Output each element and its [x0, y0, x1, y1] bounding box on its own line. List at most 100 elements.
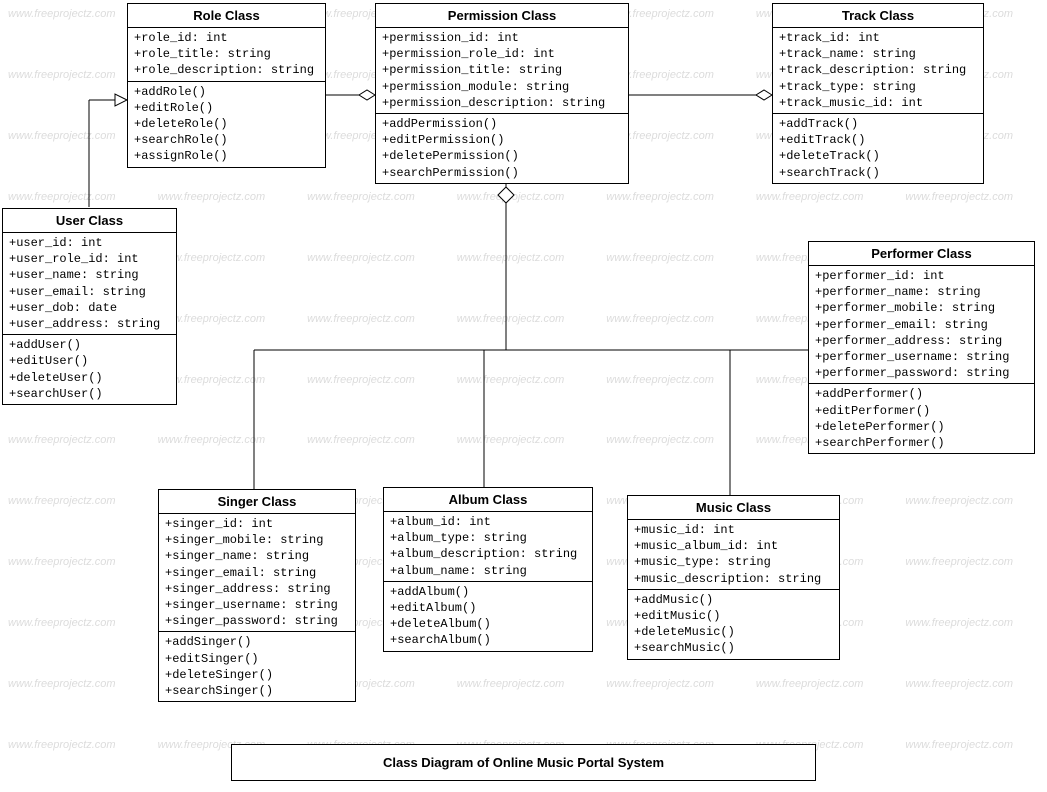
class-track-methods: +addTrack()+editTrack()+deleteTrack()+se… — [773, 114, 983, 183]
attr-row: +permission_title: string — [382, 62, 622, 78]
method-row: +editUser() — [9, 353, 170, 369]
class-user-attrs: +user_id: int+user_role_id: int+user_nam… — [3, 233, 176, 335]
class-permission-title: Permission Class — [376, 4, 628, 28]
watermark-text: www.freeprojectz.com — [8, 69, 116, 81]
class-performer-methods: +addPerformer()+editPerformer()+deletePe… — [809, 384, 1034, 453]
method-row: +deleteSinger() — [165, 667, 349, 683]
attr-row: +performer_address: string — [815, 333, 1028, 349]
class-album-title: Album Class — [384, 488, 592, 512]
method-row: +searchSinger() — [165, 683, 349, 699]
class-permission: Permission Class +permission_id: int+per… — [375, 3, 629, 184]
attr-row: +album_type: string — [390, 530, 586, 546]
method-row: +addPerformer() — [815, 386, 1028, 402]
attr-row: +performer_mobile: string — [815, 300, 1028, 316]
watermark-text: www.freeprojectz.com — [158, 434, 266, 446]
watermark-text: www.freeprojectz.com — [905, 191, 1013, 203]
method-row: +assignRole() — [134, 148, 319, 164]
method-row: +deleteAlbum() — [390, 616, 586, 632]
watermark-text: www.freeprojectz.com — [8, 130, 116, 142]
class-role-attrs: +role_id: int+role_title: string+role_de… — [128, 28, 325, 82]
attr-row: +singer_username: string — [165, 597, 349, 613]
class-track: Track Class +track_id: int+track_name: s… — [772, 3, 984, 184]
attr-row: +permission_module: string — [382, 79, 622, 95]
class-track-attrs: +track_id: int+track_name: string+track_… — [773, 28, 983, 114]
attr-row: +music_id: int — [634, 522, 833, 538]
class-role-title: Role Class — [128, 4, 325, 28]
attr-row: +performer_password: string — [815, 365, 1028, 381]
watermark-text: www.freeprojectz.com — [8, 556, 116, 568]
method-row: +addUser() — [9, 337, 170, 353]
attr-row: +singer_email: string — [165, 565, 349, 581]
watermark-text: www.freeprojectz.com — [8, 495, 116, 507]
watermark-text: www.freeprojectz.com — [905, 617, 1013, 629]
attr-row: +album_id: int — [390, 514, 586, 530]
watermark-text: www.freeprojectz.com — [8, 191, 116, 203]
watermark-text: www.freeprojectz.com — [457, 374, 565, 386]
attr-row: +performer_id: int — [815, 268, 1028, 284]
class-singer-methods: +addSinger()+editSinger()+deleteSinger()… — [159, 632, 355, 701]
class-album-methods: +addAlbum()+editAlbum()+deleteAlbum()+se… — [384, 582, 592, 651]
attr-row: +album_description: string — [390, 546, 586, 562]
attr-row: +singer_id: int — [165, 516, 349, 532]
attr-row: +user_address: string — [9, 316, 170, 332]
attr-row: +performer_username: string — [815, 349, 1028, 365]
method-row: +editTrack() — [779, 132, 977, 148]
class-user-methods: +addUser()+editUser()+deleteUser()+searc… — [3, 335, 176, 404]
method-row: +searchMusic() — [634, 640, 833, 656]
attr-row: +role_title: string — [134, 46, 319, 62]
attr-row: +album_name: string — [390, 563, 586, 579]
attr-row: +permission_description: string — [382, 95, 622, 111]
class-album: Album Class +album_id: int+album_type: s… — [383, 487, 593, 652]
method-row: +editSinger() — [165, 651, 349, 667]
method-row: +editMusic() — [634, 608, 833, 624]
attr-row: +user_dob: date — [9, 300, 170, 316]
attr-row: +permission_role_id: int — [382, 46, 622, 62]
class-user-title: User Class — [3, 209, 176, 233]
method-row: +searchPermission() — [382, 165, 622, 181]
attr-row: +role_id: int — [134, 30, 319, 46]
watermark-text: www.freeprojectz.com — [606, 434, 714, 446]
method-row: +deleteUser() — [9, 370, 170, 386]
watermark-text: www.freeprojectz.com — [457, 191, 565, 203]
method-row: +searchPerformer() — [815, 435, 1028, 451]
attr-row: +singer_mobile: string — [165, 532, 349, 548]
method-row: +searchTrack() — [779, 165, 977, 181]
method-row: +editPermission() — [382, 132, 622, 148]
class-role: Role Class +role_id: int+role_title: str… — [127, 3, 326, 168]
watermark-text: www.freeprojectz.com — [307, 434, 415, 446]
attr-row: +track_name: string — [779, 46, 977, 62]
method-row: +deletePermission() — [382, 148, 622, 164]
attr-row: +performer_name: string — [815, 284, 1028, 300]
method-row: +editPerformer() — [815, 403, 1028, 419]
class-singer-attrs: +singer_id: int+singer_mobile: string +si… — [159, 514, 355, 632]
watermark-text: www.freeprojectz.com — [606, 678, 714, 690]
watermark-text: www.freeprojectz.com — [756, 191, 864, 203]
watermark-text: www.freeprojectz.com — [606, 374, 714, 386]
attr-row: +user_email: string — [9, 284, 170, 300]
method-row: +addRole() — [134, 84, 319, 100]
class-permission-attrs: +permission_id: int+permission_role_id: … — [376, 28, 628, 114]
method-row: +addAlbum() — [390, 584, 586, 600]
watermark-text: www.freeprojectz.com — [905, 495, 1013, 507]
class-performer-attrs: +performer_id: int+performer_name: strin… — [809, 266, 1034, 384]
method-row: +addMusic() — [634, 592, 833, 608]
attr-row: +track_id: int — [779, 30, 977, 46]
watermark-text: www.freeprojectz.com — [307, 374, 415, 386]
attr-row: +singer_address: string — [165, 581, 349, 597]
class-track-title: Track Class — [773, 4, 983, 28]
class-music: Music Class +music_id: int+music_album_i… — [627, 495, 840, 660]
watermark-text: www.freeprojectz.com — [756, 678, 864, 690]
watermark-text: www.freeprojectz.com — [158, 191, 266, 203]
method-row: +addTrack() — [779, 116, 977, 132]
class-performer-title: Performer Class — [809, 242, 1034, 266]
attr-row: +music_description: string — [634, 571, 833, 587]
attr-row: +singer_password: string — [165, 613, 349, 629]
watermark-text: www.freeprojectz.com — [307, 252, 415, 264]
method-row: +deleteTrack() — [779, 148, 977, 164]
method-row: +deleteRole() — [134, 116, 319, 132]
class-singer: Singer Class +singer_id: int+singer_mobi… — [158, 489, 356, 702]
method-row: +searchAlbum() — [390, 632, 586, 648]
class-performer: Performer Class +performer_id: int+perfo… — [808, 241, 1035, 454]
attr-row: +music_type: string — [634, 554, 833, 570]
watermark-text: www.freeprojectz.com — [457, 434, 565, 446]
